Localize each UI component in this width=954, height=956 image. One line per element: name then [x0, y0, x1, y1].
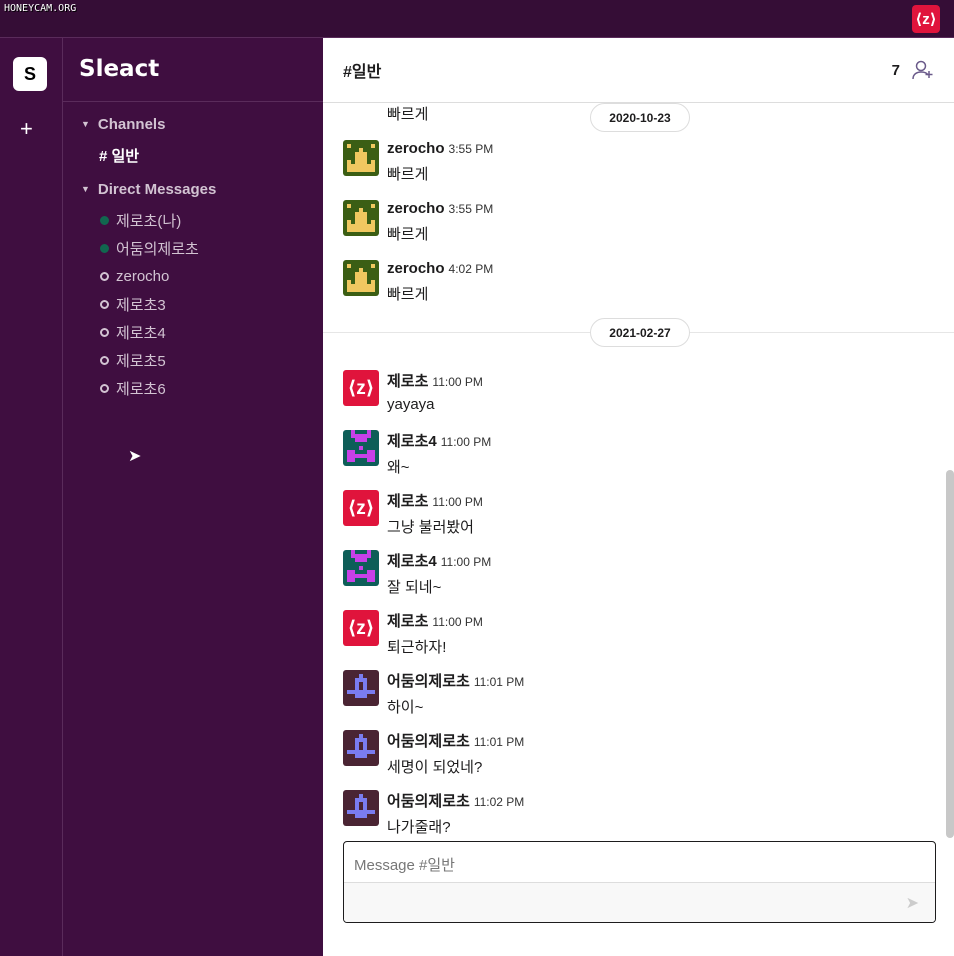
online-status-icon: [100, 243, 109, 253]
message-time: 3:55 PM: [448, 142, 494, 156]
offline-status-icon: [100, 355, 109, 365]
workspace-bar: S +: [0, 38, 63, 956]
message-body: 빠르게: [387, 166, 429, 183]
message-author[interactable]: zerocho: [387, 200, 445, 217]
scrollbar[interactable]: [946, 470, 954, 838]
dm-item[interactable]: 제로초(나): [63, 206, 323, 234]
watermark: HONEYCAM.ORG: [4, 3, 77, 14]
mouse-cursor-icon: ➤: [128, 448, 142, 465]
dm-item[interactable]: zerocho: [63, 262, 323, 290]
avatar[interactable]: ⟨z⟩: [343, 370, 379, 406]
send-icon[interactable]: ➤: [906, 893, 919, 913]
member-count[interactable]: 7: [892, 62, 900, 79]
message-author[interactable]: zerocho: [387, 140, 445, 157]
dm-label: 제로초6: [116, 380, 166, 398]
message-body: 왜~: [387, 459, 410, 476]
message-time: 11:02 PM: [473, 795, 525, 809]
dm-label: 제로초5: [116, 352, 166, 370]
message-body: 세명이 되었네?: [387, 759, 483, 776]
avatar[interactable]: [343, 730, 379, 766]
chat-list[interactable]: 빠르게 zerocho 3:55 PM 빠르게 zerocho 3:55 PM 빠르게 zer…: [323, 103, 954, 838]
message-body: 하이~: [387, 699, 424, 716]
channel-main: #일반 7 빠르게 zerocho 3:55 PM 빠르게 zerocho 3:55 PM…: [323, 38, 954, 956]
message-author[interactable]: 제로초: [387, 493, 428, 510]
offline-status-icon: [100, 383, 109, 393]
avatar[interactable]: [343, 200, 379, 236]
dm-item[interactable]: 제로초3: [63, 290, 323, 318]
channels-toggle[interactable]: ▼ Channels: [63, 109, 323, 139]
dm-label: 어둠의제로초: [116, 240, 199, 258]
offline-status-icon: [100, 299, 109, 309]
message-body: 퇴근하자!: [387, 639, 447, 656]
message-body: 빠르게: [387, 286, 429, 303]
message-input[interactable]: Message #일반: [344, 842, 935, 883]
message-body: 빠르게: [387, 106, 429, 123]
offline-status-icon: [100, 271, 109, 281]
avatar[interactable]: [343, 260, 379, 296]
dm-item[interactable]: 제로초5: [63, 346, 323, 374]
avatar[interactable]: [343, 670, 379, 706]
online-status-icon: [100, 215, 109, 225]
channels-label: Channels: [97, 115, 166, 133]
message-author[interactable]: zerocho: [387, 260, 445, 277]
message-time: 11:00 PM: [432, 375, 483, 389]
dm-label: 제로초4: [116, 324, 166, 342]
message-body: yayaya: [387, 396, 435, 413]
channel-item[interactable]: # 일반: [63, 139, 323, 171]
avatar[interactable]: [343, 140, 379, 176]
message-body: 잘 되네~: [387, 579, 442, 596]
message-time: 11:00 PM: [432, 495, 483, 509]
message-author[interactable]: 어둠의제로초: [387, 793, 470, 810]
dm-toggle[interactable]: ▼ Direct Messages: [63, 174, 323, 204]
avatar[interactable]: ⟨z⟩: [343, 490, 379, 526]
avatar[interactable]: [343, 790, 379, 826]
dm-item[interactable]: 제로초6: [63, 374, 323, 402]
message-body: 빠르게: [387, 226, 429, 243]
message-time: 11:00 PM: [432, 615, 483, 629]
message-author[interactable]: 어둠의제로초: [387, 673, 470, 690]
workspace-title[interactable]: Sleact: [63, 38, 323, 102]
dm-item[interactable]: 어둠의제로초: [63, 234, 323, 262]
message-author[interactable]: 제로초: [387, 373, 428, 390]
message-form: Message #일반 ➤: [343, 841, 936, 923]
user-plus-icon[interactable]: [912, 59, 934, 81]
message-time: 3:55 PM: [448, 202, 494, 216]
user-avatar[interactable]: ⟨z⟩: [912, 5, 940, 33]
message-time: 11:01 PM: [473, 735, 525, 749]
date-badge: 2020-10-23: [590, 103, 690, 132]
message-time: 11:00 PM: [440, 555, 492, 569]
channel-header: #일반 7: [323, 38, 954, 103]
top-bar: HONEYCAM.ORG ⟨z⟩: [0, 0, 954, 38]
message-author[interactable]: 제로초4: [387, 553, 437, 570]
caret-down-icon: ▼: [81, 184, 90, 194]
message-time: 11:01 PM: [473, 675, 525, 689]
avatar[interactable]: [343, 430, 379, 466]
workspace-button[interactable]: S: [13, 57, 47, 91]
message-author[interactable]: 제로초: [387, 613, 428, 630]
message-body: 나가줄래?: [387, 819, 451, 836]
avatar[interactable]: ⟨z⟩: [343, 610, 379, 646]
caret-down-icon: ▼: [81, 119, 90, 129]
message-author[interactable]: 어둠의제로초: [387, 733, 470, 750]
dm-label: 제로초3: [116, 296, 166, 314]
channel-title: #일반: [343, 64, 382, 81]
date-badge: 2021-02-27: [590, 318, 690, 347]
message-body: 그냥 불러봤어: [387, 519, 474, 536]
offline-status-icon: [100, 327, 109, 337]
message-time: 11:00 PM: [440, 435, 492, 449]
sidebar: Sleact ▼ Channels # 일반 ▼ Direct Messages 제…: [63, 38, 323, 956]
message-author[interactable]: 제로초4: [387, 433, 437, 450]
message-time: 4:02 PM: [448, 262, 494, 276]
dm-label: zerocho: [116, 267, 170, 285]
add-workspace-button[interactable]: +: [20, 116, 33, 142]
dm-item[interactable]: 제로초4: [63, 318, 323, 346]
dm-label: Direct Messages: [97, 180, 217, 198]
avatar[interactable]: [343, 550, 379, 586]
dm-label: 제로초(나): [116, 212, 182, 230]
